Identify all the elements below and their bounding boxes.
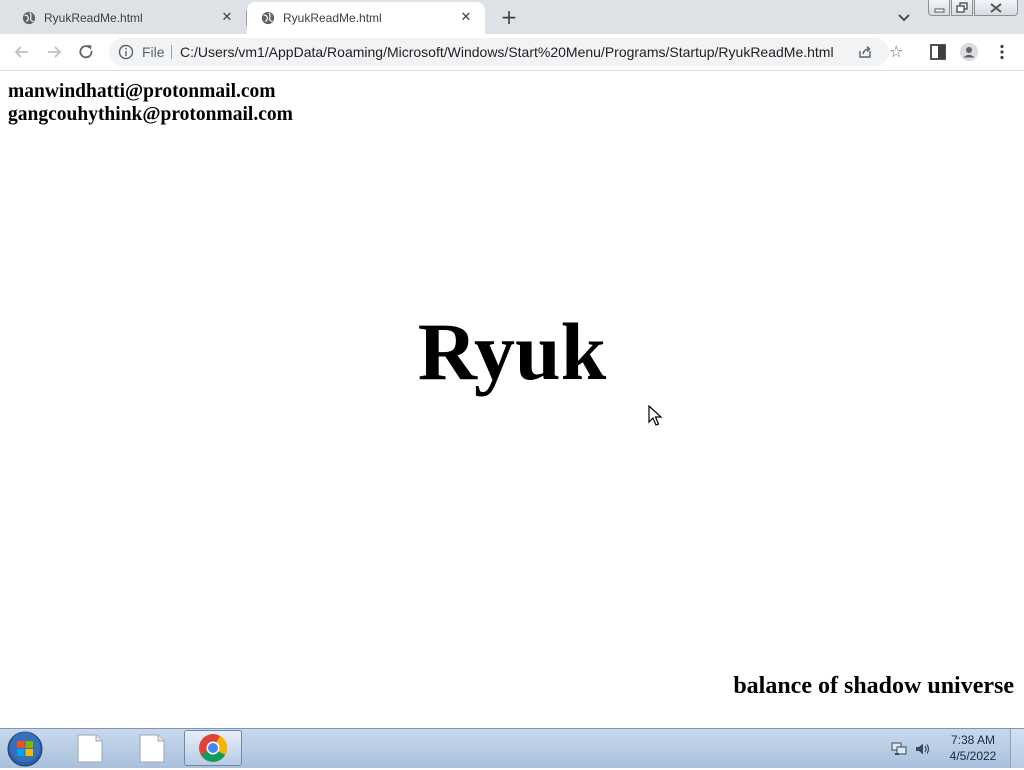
- tab-strip: RyukReadMe.html ✕ RyukReadMe.html ✕ +: [0, 0, 1024, 34]
- document-icon: [77, 734, 103, 763]
- document-icon: [139, 734, 165, 763]
- minimize-button[interactable]: [928, 0, 950, 16]
- network-icon[interactable]: [890, 741, 908, 757]
- close-icon[interactable]: ✕: [218, 8, 236, 26]
- side-panel-icon[interactable]: [928, 42, 948, 62]
- share-icon[interactable]: [857, 44, 873, 60]
- taskbar-item-document[interactable]: [124, 730, 180, 766]
- system-clock[interactable]: 7:38 AM 4/5/2022: [945, 732, 1001, 764]
- star-icon[interactable]: ☆: [889, 43, 903, 61]
- maximize-button[interactable]: [951, 0, 973, 16]
- page-content: manwindhatti@protonmail.com gangcouhythi…: [0, 71, 1024, 728]
- email-line: gangcouhythink@protonmail.com: [8, 104, 293, 125]
- tab-2-active[interactable]: RyukReadMe.html ✕: [247, 2, 485, 34]
- show-desktop-button[interactable]: [1010, 729, 1024, 768]
- url-text[interactable]: C:/Users/vm1/AppData/Roaming/Microsoft/W…: [180, 44, 834, 60]
- minimize-icon: [934, 8, 945, 13]
- tab-title: RyukReadMe.html: [283, 11, 382, 25]
- profile-icon[interactable]: [959, 42, 979, 62]
- tab-title: RyukReadMe.html: [44, 11, 143, 25]
- info-icon[interactable]: [118, 44, 134, 60]
- windows-start-icon[interactable]: [4, 730, 46, 768]
- back-arrow-icon[interactable]: [12, 42, 32, 62]
- chrome-icon: [199, 734, 227, 762]
- contact-emails: manwindhatti@protonmail.com gangcouhythi…: [8, 80, 293, 126]
- email-line: manwindhatti@protonmail.com: [8, 81, 276, 102]
- chevron-down-icon[interactable]: [896, 9, 912, 25]
- clock-date: 4/5/2022: [949, 749, 997, 763]
- divider: [171, 45, 172, 59]
- omnibox[interactable]: File C:/Users/vm1/AppData/Roaming/Micros…: [109, 38, 903, 66]
- restore-icon: [956, 2, 968, 13]
- window-close-button[interactable]: [974, 0, 1018, 16]
- footer-text: balance of shadow universe: [733, 673, 1014, 699]
- scheme-label: File: [142, 44, 165, 60]
- reload-icon[interactable]: [76, 42, 96, 62]
- close-icon[interactable]: ✕: [457, 8, 475, 26]
- taskbar-item-document[interactable]: [62, 730, 118, 766]
- globe-icon: [22, 11, 36, 25]
- close-icon: [990, 3, 1002, 13]
- globe-icon: [261, 11, 275, 25]
- tab-1[interactable]: RyukReadMe.html ✕: [8, 2, 247, 34]
- mouse-pointer-icon: [648, 405, 663, 426]
- forward-arrow-icon[interactable]: [44, 42, 64, 62]
- taskbar-item-chrome[interactable]: [184, 730, 242, 766]
- plus-icon[interactable]: +: [497, 7, 521, 29]
- browser-toolbar: File C:/Users/vm1/AppData/Roaming/Micros…: [0, 34, 1024, 71]
- clock-time: 7:38 AM: [950, 733, 996, 747]
- kebab-menu-icon[interactable]: [992, 42, 1012, 62]
- volume-icon[interactable]: [914, 741, 932, 757]
- taskbar: 7:38 AM 4/5/2022: [0, 728, 1024, 768]
- page-headline: Ryuk: [417, 306, 607, 397]
